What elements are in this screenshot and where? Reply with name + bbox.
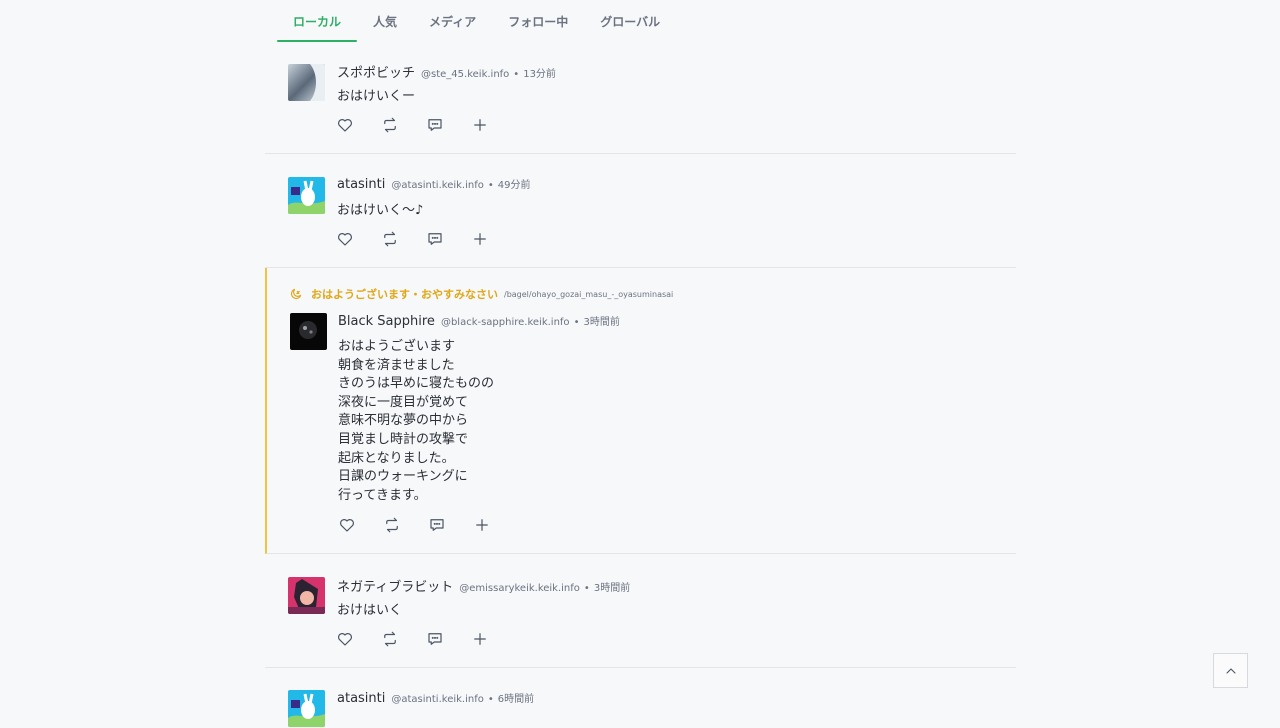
user-name[interactable]: atasinti	[337, 177, 385, 192]
note-time[interactable]: 3時間前	[594, 579, 630, 594]
user-name[interactable]: ネガティブラビット	[337, 576, 453, 595]
note-header: Black Sapphire @black-sapphire.keik.info…	[338, 313, 620, 329]
note-text: おはけいくー	[337, 89, 416, 104]
channel-path[interactable]: /bagel/ohayo_gozai_masu_-_oyasuminasai	[504, 290, 673, 299]
avatar[interactable]	[288, 577, 325, 614]
user-acct[interactable]: @atasinti.keik.info	[391, 694, 483, 705]
tab-label: 人気	[373, 14, 398, 29]
reply-icon	[428, 633, 442, 645]
user-acct[interactable]: @atasinti.keik.info	[391, 180, 483, 191]
tab-label: メディア	[429, 14, 477, 29]
renote-button[interactable]	[381, 629, 426, 649]
user-name[interactable]: スポポビッチ	[337, 62, 415, 81]
tab-media[interactable]: メディア	[413, 0, 492, 42]
note: スポポビッチ @ste_45.keik.info • 13分前 おはけいくー	[265, 50, 1016, 154]
timeline-feed: スポポビッチ @ste_45.keik.info • 13分前 おはけいくー a…	[265, 50, 1016, 728]
separator: •	[513, 69, 520, 80]
heart-icon	[340, 519, 354, 532]
note: atasinti @atasinti.keik.info • 6時間前	[265, 668, 1016, 728]
note-actions	[338, 515, 518, 535]
user-acct[interactable]: @ste_45.keik.info	[421, 69, 509, 80]
renote-icon	[386, 517, 398, 533]
renote-icon	[384, 231, 396, 247]
avatar[interactable]	[290, 313, 327, 350]
channel-header: おはようございます・おやすみなさい /bagel/ohayo_gozai_mas…	[289, 286, 673, 302]
tab-local[interactable]: ローカル	[277, 0, 358, 42]
timeline-tabs: ローカル 人気 メディア フォロー中 グローバル	[277, 0, 676, 42]
reply-button[interactable]	[426, 229, 471, 249]
note-actions	[336, 115, 516, 135]
avatar[interactable]	[288, 177, 325, 214]
scroll-to-top-button[interactable]	[1213, 653, 1248, 688]
user-acct[interactable]: @emissarykeik.keik.info	[459, 583, 580, 594]
channel-name[interactable]: おはようございます・おやすみなさい	[311, 286, 498, 302]
reply-icon	[428, 233, 442, 245]
separator: •	[573, 317, 580, 328]
user-name[interactable]: Black Sapphire	[338, 314, 435, 329]
note-actions	[336, 229, 516, 249]
reply-icon	[428, 119, 442, 131]
like-button[interactable]	[336, 629, 381, 649]
renote-icon	[384, 117, 396, 133]
reply-button[interactable]	[426, 115, 471, 135]
note-header: atasinti @atasinti.keik.info • 6時間前	[337, 690, 534, 706]
more-button[interactable]	[471, 629, 516, 649]
heart-icon	[338, 633, 352, 646]
note-header: atasinti @atasinti.keik.info • 49分前	[337, 176, 531, 192]
avatar[interactable]	[288, 690, 325, 727]
tab-label: グローバル	[600, 14, 661, 29]
like-button[interactable]	[336, 229, 381, 249]
tab-popular[interactable]: 人気	[357, 0, 413, 42]
user-acct[interactable]: @black-sapphire.keik.info	[441, 317, 570, 328]
plus-icon	[474, 233, 486, 245]
separator: •	[583, 583, 590, 594]
tab-following[interactable]: フォロー中	[492, 0, 584, 42]
heart-icon	[338, 233, 352, 246]
renote-button[interactable]	[381, 115, 426, 135]
note-time[interactable]: 13分前	[523, 65, 556, 80]
reply-icon	[430, 519, 444, 531]
note-text: おはようございます 朝食を済ませました きのうは早めに寝たものの 深夜に一度目が…	[338, 339, 495, 503]
note-time[interactable]: 6時間前	[498, 690, 534, 705]
tab-label: フォロー中	[508, 14, 569, 29]
renote-icon	[384, 631, 396, 647]
plus-icon	[476, 519, 488, 531]
renote-button[interactable]	[381, 229, 426, 249]
note-time[interactable]: 49分前	[498, 176, 531, 191]
note-header: ネガティブラビット @emissarykeik.keik.info • 3時間前	[337, 576, 630, 595]
separator: •	[487, 180, 494, 191]
plus-icon	[474, 633, 486, 645]
note-text: おはけいく〜♪	[337, 203, 424, 218]
more-button[interactable]	[471, 229, 516, 249]
like-button[interactable]	[338, 515, 383, 535]
more-button[interactable]	[473, 515, 518, 535]
user-name[interactable]: atasinti	[337, 691, 385, 706]
moon-icon	[291, 288, 302, 299]
tab-label: ローカル	[293, 14, 342, 29]
chevron-up-icon	[1225, 667, 1236, 674]
separator: •	[487, 694, 494, 705]
renote-button[interactable]	[383, 515, 428, 535]
avatar[interactable]	[288, 64, 325, 101]
note-text: おけはいく	[337, 603, 403, 618]
more-button[interactable]	[471, 115, 516, 135]
channel-note: おはようございます・おやすみなさい /bagel/ohayo_gozai_mas…	[265, 268, 1016, 554]
note-header: スポポビッチ @ste_45.keik.info • 13分前	[337, 62, 556, 81]
heart-icon	[338, 119, 352, 132]
tab-global[interactable]: グローバル	[584, 0, 676, 42]
note: atasinti @atasinti.keik.info • 49分前 おはけい…	[265, 154, 1016, 268]
reply-button[interactable]	[426, 629, 471, 649]
note: ネガティブラビット @emissarykeik.keik.info • 3時間前…	[265, 554, 1016, 668]
plus-icon	[474, 119, 486, 131]
note-time[interactable]: 3時間前	[583, 313, 619, 328]
reply-button[interactable]	[428, 515, 473, 535]
note-actions	[336, 629, 516, 649]
like-button[interactable]	[336, 115, 381, 135]
